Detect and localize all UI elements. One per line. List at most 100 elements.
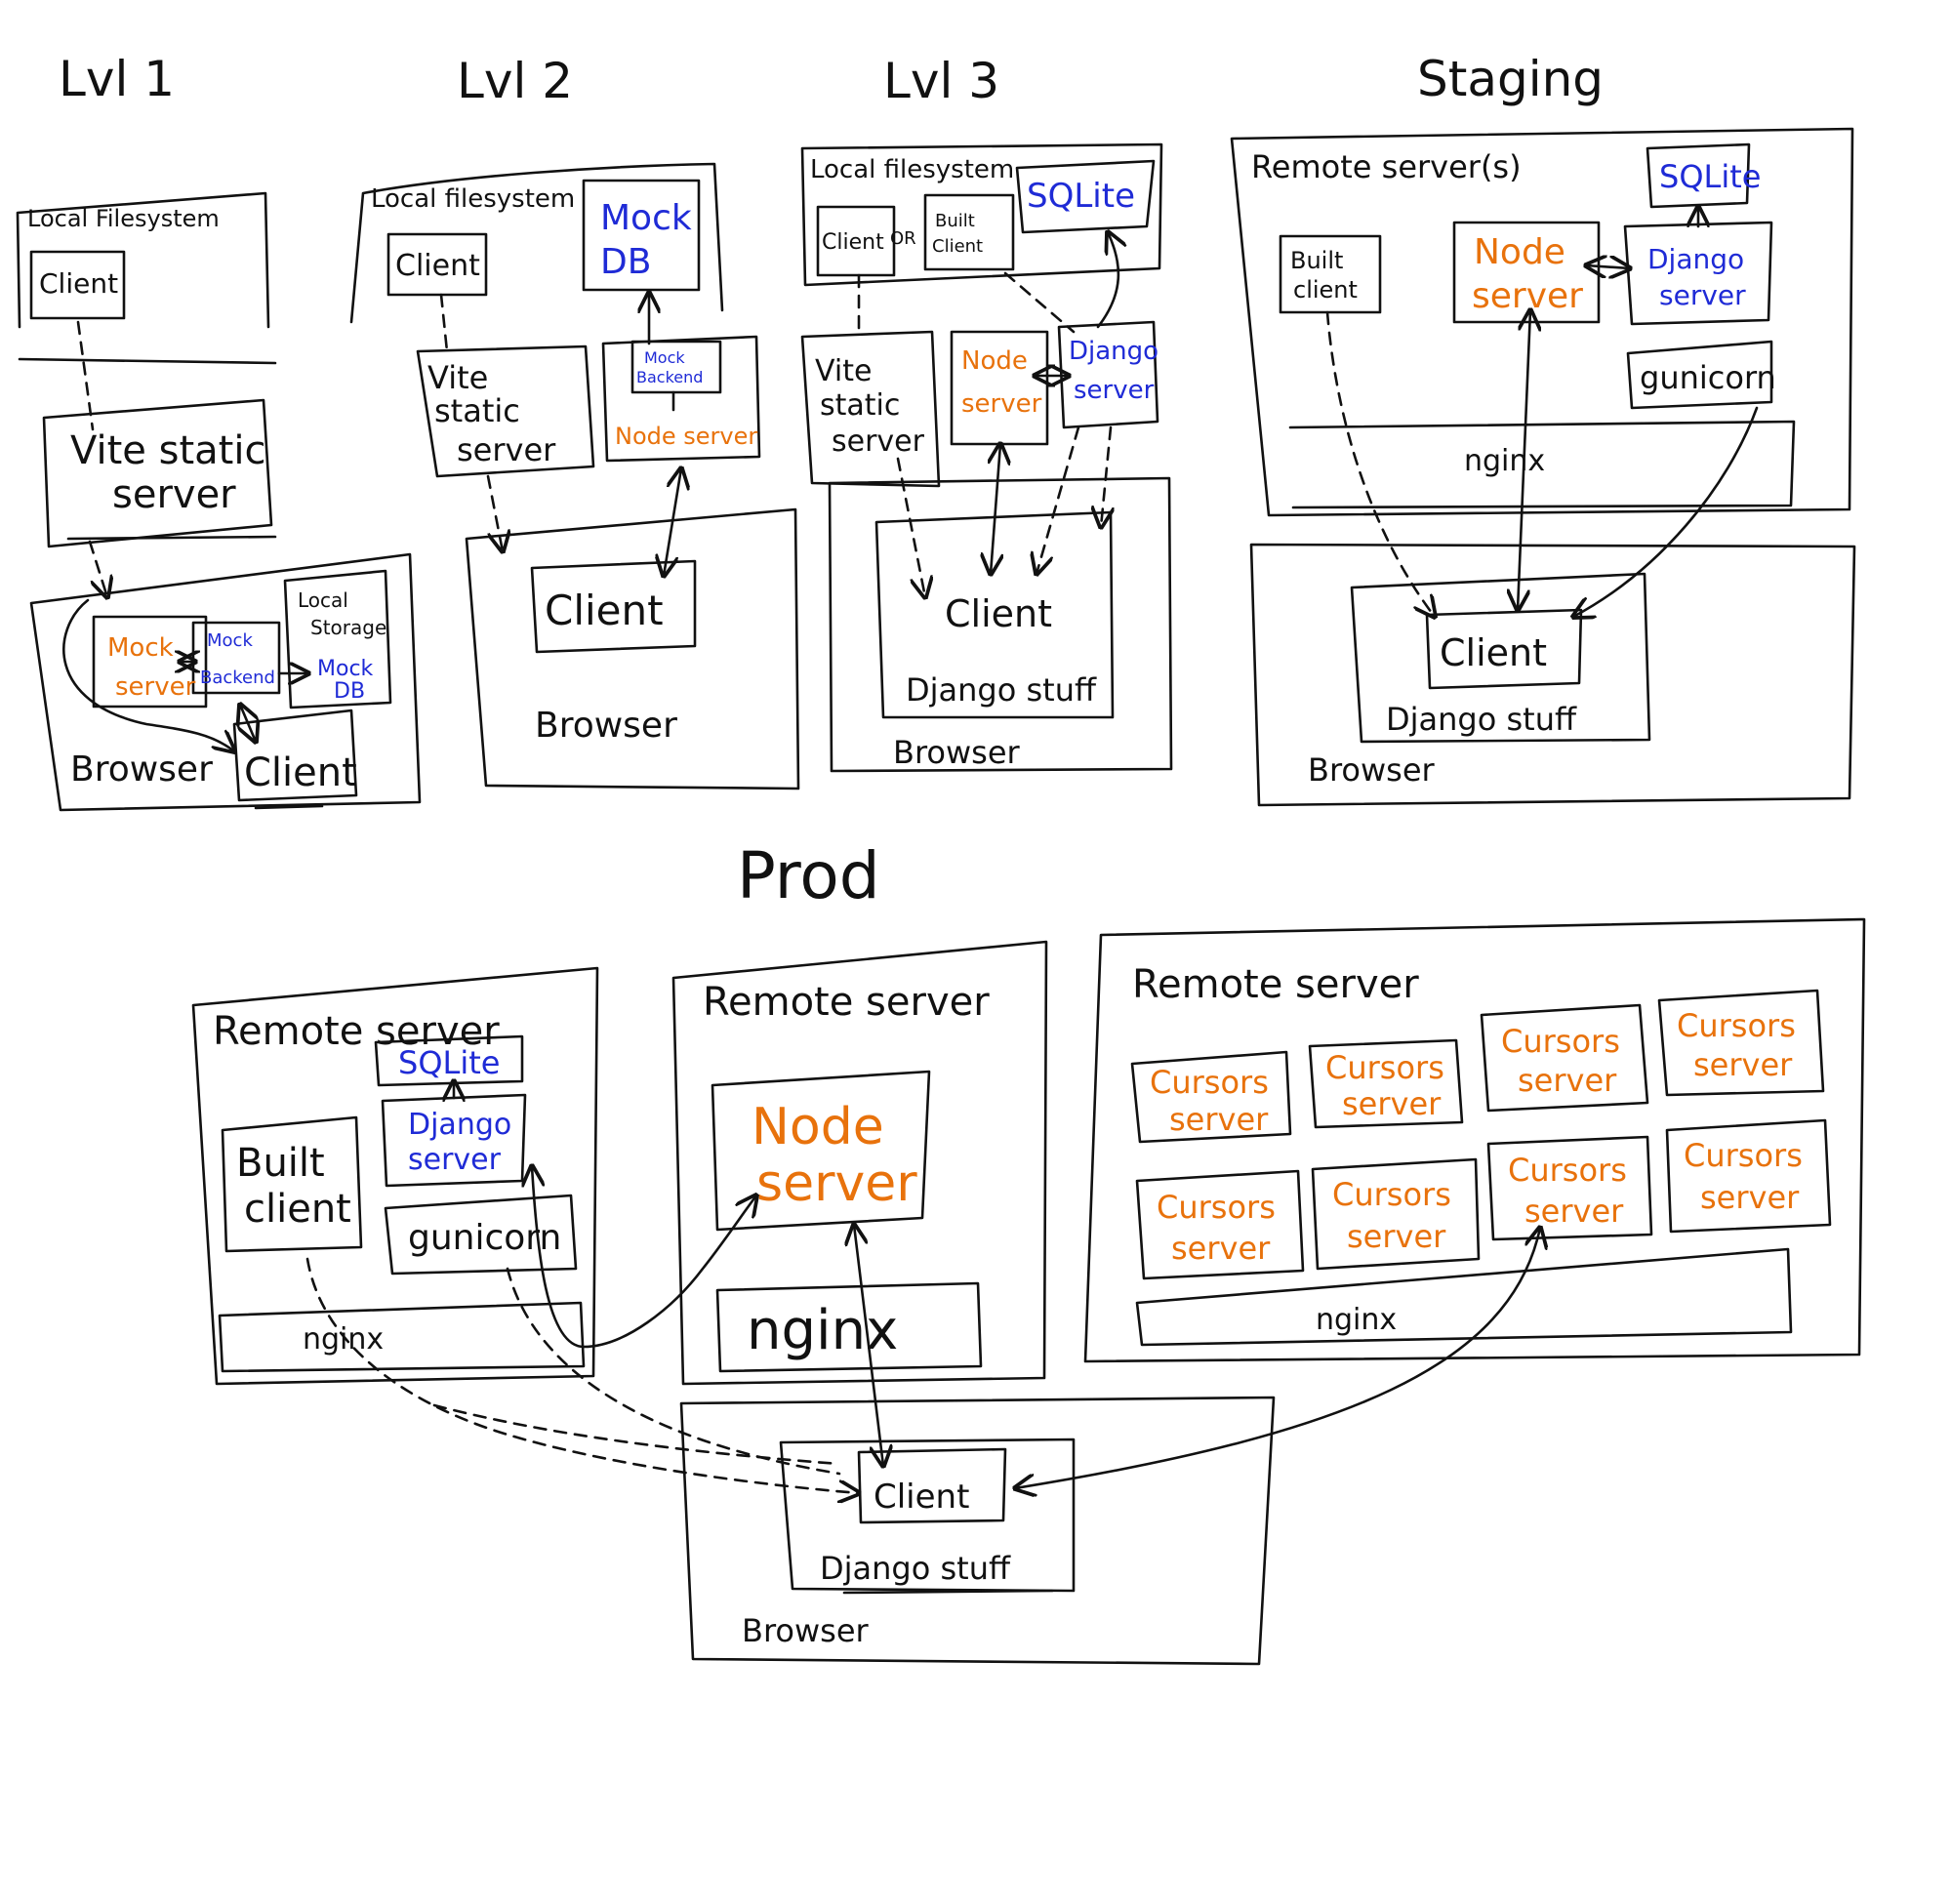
staging-built-line1: Built bbox=[1290, 247, 1343, 274]
lvl2-vite-line3: server bbox=[457, 431, 556, 468]
lvl3-node-line1: Node bbox=[961, 346, 1028, 376]
cursors-line1: Cursors bbox=[1157, 1189, 1276, 1226]
lvl2-mock-backend-line2: Backend bbox=[636, 368, 703, 386]
lvl3-arrow-node-client bbox=[991, 444, 1000, 574]
lvl1-mock-db-line2: DB bbox=[334, 679, 365, 704]
lvl3-vite-line2: static bbox=[820, 388, 900, 423]
prod-nginx1-box bbox=[218, 1301, 586, 1373]
cursors-line1: Cursors bbox=[1150, 1064, 1269, 1101]
prod-dashed-3 bbox=[432, 1403, 841, 1466]
cursors-line2: server bbox=[1700, 1179, 1800, 1216]
lvl3-vite-line3: server bbox=[832, 425, 925, 459]
staging-title: Staging bbox=[1417, 51, 1604, 107]
lvl3-built-line1: Built bbox=[935, 211, 975, 231]
lvl2-browser-client: Client bbox=[545, 587, 664, 634]
lvl1-divider-1 bbox=[18, 357, 277, 365]
lvl3-built-line2: Client bbox=[932, 236, 983, 257]
cursors-line1: Cursors bbox=[1332, 1176, 1451, 1213]
lvl1-mock-backend-line1: Mock bbox=[207, 630, 253, 651]
prod-title: Prod bbox=[737, 838, 880, 913]
lvl2-arrow-fs-client bbox=[439, 293, 449, 353]
lvl2-mock-db-line1: Mock bbox=[600, 198, 692, 238]
lvl1-client-label: Client bbox=[39, 267, 118, 300]
lvl3-title: Lvl 3 bbox=[883, 53, 999, 109]
lvl3-node-line2: server bbox=[961, 389, 1042, 419]
prod-built-line1: Built bbox=[236, 1141, 325, 1186]
cursors-line1: Cursors bbox=[1677, 1007, 1796, 1044]
lvl2-vite-line2: static bbox=[434, 392, 520, 429]
lvl1-mock-server-line2: server bbox=[115, 672, 196, 702]
lvl3-arrow-django-client bbox=[1036, 425, 1080, 574]
lvl3-django-line1: Django bbox=[1069, 337, 1158, 366]
lvl2-mock-backend-line1: Mock bbox=[644, 348, 685, 367]
lvl3-browser-client: Client bbox=[945, 592, 1052, 635]
prod-cursors-labels: Cursors server Cursors server Cursors se… bbox=[1150, 1007, 1803, 1267]
prod-django-stuff: Django stuff bbox=[820, 1550, 1011, 1587]
prod-built-line2: client bbox=[244, 1187, 351, 1232]
cursors-line2: server bbox=[1171, 1230, 1271, 1267]
lvl3-or-label: OR bbox=[890, 228, 916, 249]
prod-django-line1: Django bbox=[408, 1108, 511, 1142]
cursors-line1: Cursors bbox=[1508, 1152, 1627, 1189]
cursors-line1: Cursors bbox=[1684, 1137, 1803, 1174]
lvl3-django-stuff: Django stuff bbox=[906, 671, 1097, 709]
prod-remote3-label: Remote server bbox=[1132, 962, 1419, 1007]
lvl2-client-label: Client bbox=[395, 249, 480, 283]
lvl3-sqlite-label: SQLite bbox=[1027, 177, 1135, 216]
lvl3-client-label: Client bbox=[822, 230, 884, 255]
lvl2-mock-db-line2: DB bbox=[600, 242, 651, 282]
cursors-line2: server bbox=[1169, 1101, 1269, 1138]
lvl3-local-fs-label: Local filesystem bbox=[810, 155, 1014, 184]
cursors-line1: Cursors bbox=[1325, 1049, 1444, 1086]
lvl1-local-fs-label: Local Filesystem bbox=[27, 205, 220, 232]
lvl3-browser-label: Browser bbox=[893, 734, 1021, 771]
prod-browser-label: Browser bbox=[742, 1612, 870, 1649]
prod-nginx1-label: nginx bbox=[303, 1322, 384, 1357]
lvl3-built-client-box bbox=[923, 193, 1015, 271]
cursors-line2: server bbox=[1524, 1193, 1624, 1230]
lvl1-arrow-vite-to-browser bbox=[88, 540, 107, 597]
lvl1-local-storage-line1: Local bbox=[298, 588, 348, 612]
lvl2-title: Lvl 2 bbox=[457, 53, 573, 109]
prod-remote2-label: Remote server bbox=[703, 980, 990, 1025]
lvl2-vite-line1: Vite bbox=[427, 359, 488, 396]
lvl1-mock-server-line1: Mock bbox=[107, 633, 174, 663]
lvl1-browser-label: Browser bbox=[70, 749, 213, 790]
prod-nginx2-label: nginx bbox=[747, 1299, 898, 1362]
staging-django-line1: Django bbox=[1647, 243, 1744, 275]
staging-gunicorn-label: gunicorn bbox=[1640, 359, 1776, 396]
staging-arrow-node-django bbox=[1586, 265, 1630, 268]
prod-inner-underline bbox=[842, 1589, 1054, 1595]
cursors-line2: server bbox=[1347, 1218, 1446, 1255]
staging-django-line2: server bbox=[1659, 279, 1746, 311]
prod-node-line2: server bbox=[756, 1155, 917, 1213]
lvl3-arrow-built-django bbox=[1003, 271, 1076, 334]
lvl3-vite-line1: Vite bbox=[815, 354, 872, 388]
staging-arrow-built-client bbox=[1325, 310, 1435, 617]
staging-django-stuff: Django stuff bbox=[1386, 701, 1577, 738]
lvl3-django-line2: server bbox=[1074, 376, 1155, 405]
staging-node-line1: Node bbox=[1474, 232, 1565, 272]
lvl3-arrow-vite-client bbox=[896, 457, 925, 597]
prod-node-line1: Node bbox=[752, 1098, 884, 1156]
prod-nginx3-label: nginx bbox=[1316, 1303, 1397, 1337]
staging-browser-client: Client bbox=[1440, 631, 1547, 674]
staging-node-line2: server bbox=[1472, 276, 1583, 316]
staging-nginx-label: nginx bbox=[1464, 444, 1545, 478]
lvl2-arrow-vite-browser bbox=[486, 474, 503, 551]
lvl1-title: Lvl 1 bbox=[59, 51, 175, 107]
architecture-diagram: Lvl 1 Local Filesystem Client Vite stati… bbox=[0, 0, 1951, 1899]
staging-remote-label: Remote server(s) bbox=[1251, 148, 1522, 185]
lvl1-mock-db-line1: Mock bbox=[317, 657, 374, 681]
lvl1-divider-2 bbox=[66, 535, 277, 541]
staging-built-line2: client bbox=[1293, 276, 1358, 304]
lvl2-local-fs-label: Local filesystem bbox=[371, 184, 575, 214]
prod-arrow-django-node bbox=[532, 1166, 756, 1349]
prod-gunicorn-label: gunicorn bbox=[408, 1218, 561, 1258]
prod-sqlite-label: SQLite bbox=[398, 1044, 500, 1081]
cursors-line1: Cursors bbox=[1501, 1023, 1620, 1060]
lvl1-mock-backend-line2: Backend bbox=[200, 668, 275, 688]
cursors-line2: server bbox=[1342, 1085, 1442, 1122]
lvl2-node-server-label: Node server bbox=[615, 423, 757, 450]
lvl1-vite-line2: server bbox=[112, 472, 236, 517]
